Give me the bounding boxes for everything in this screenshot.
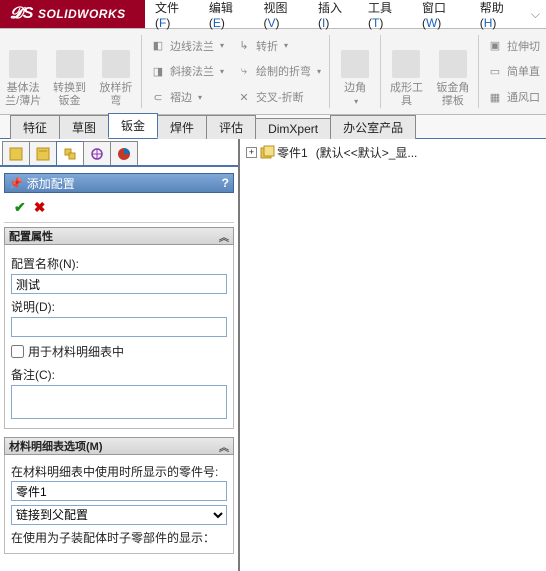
property-icon	[35, 146, 51, 162]
edge-flange-icon: ◧	[150, 38, 166, 54]
ribbon-vent[interactable]: ▦通风口	[485, 87, 542, 107]
pushpin-icon[interactable]: 📌	[9, 177, 23, 190]
menu-bar: 文件(F) 编辑(E) 视图(V) 插入(I) 工具(T) 窗口(W) 帮助(H…	[145, 0, 546, 28]
tab-evaluate[interactable]: 评估	[206, 115, 256, 139]
menu-chevron-icon[interactable]: ⌵	[531, 7, 540, 22]
menu-file[interactable]: 文件(F)	[151, 0, 197, 33]
tree-node-name: 零件1	[277, 144, 308, 161]
menu-view[interactable]: 视图(V)	[259, 0, 306, 33]
cancel-button[interactable]: ✖	[34, 199, 46, 216]
feature-tree-icon	[8, 146, 24, 162]
menu-window[interactable]: 窗口(W)	[418, 0, 468, 33]
convert-sheetmetal-icon	[56, 50, 84, 78]
corner-icon	[341, 50, 369, 78]
ribbon-forming-tool[interactable]: 成形工具	[383, 29, 429, 114]
ribbon-loft-bend[interactable]: 放样折弯	[93, 29, 139, 114]
mgr-tab-feature[interactable]	[2, 141, 30, 165]
collapse-icon: ︽	[219, 439, 229, 454]
loft-bend-icon	[102, 50, 130, 78]
command-tabs: 特征 草图 钣金 焊件 评估 DimXpert 办公室产品	[0, 115, 546, 139]
simple-straight-icon: ▭	[487, 63, 503, 79]
help-icon[interactable]: ?	[222, 176, 229, 190]
description-label: 说明(D):	[11, 298, 227, 315]
ds-mark: 𝓓S	[10, 5, 34, 23]
ribbon-edge-flange[interactable]: ◧边线法兰	[148, 36, 226, 56]
ribbon-hem[interactable]: ⊂褶边	[148, 87, 226, 107]
ribbon-extruded-cut[interactable]: ▣拉伸切	[485, 36, 542, 56]
mgr-tab-property[interactable]	[29, 141, 57, 165]
mgr-tab-display[interactable]	[110, 141, 138, 165]
tab-dimxpert[interactable]: DimXpert	[255, 118, 331, 139]
gusset-icon	[439, 50, 467, 78]
collapse-icon: ︽	[219, 229, 229, 244]
property-manager-pane: 📌 添加配置 ? ✔ ✖ 配置属性 ︽ 配置名称(N): 说明(D):	[0, 139, 240, 571]
display-icon	[116, 146, 132, 162]
graphics-area[interactable]: + 零件1 (默认<<默认>_显...	[240, 139, 546, 571]
tab-office-products[interactable]: 办公室产品	[330, 115, 416, 139]
miter-flange-icon: ◨	[150, 63, 166, 79]
group-header-config[interactable]: 配置属性 ︽	[4, 227, 234, 245]
ribbon-convert-sheetmetal[interactable]: 转换到钣金	[46, 29, 92, 114]
tree-node-suffix: (默认<<默认>_显...	[316, 144, 418, 161]
part-number-label: 在材料明细表中使用时所显示的零件号:	[11, 465, 227, 479]
ok-button[interactable]: ✔	[14, 199, 26, 216]
ribbon-corner[interactable]: 边角	[332, 29, 378, 114]
property-title-bar: 📌 添加配置 ?	[4, 173, 234, 193]
ribbon-simple-straight[interactable]: ▭简单直	[485, 61, 542, 81]
sub-display-label: 在使用为子装配体时子零部件的显示：	[11, 531, 227, 545]
group-header-bom[interactable]: 材料明细表选项(M) ︽	[4, 437, 234, 455]
ribbon-gusset[interactable]: 钣金角撑板	[430, 29, 476, 114]
menu-tools[interactable]: 工具(T)	[364, 0, 410, 33]
menu-edit[interactable]: 编辑(E)	[205, 0, 252, 33]
group-config-properties: 配置属性 ︽ 配置名称(N): 说明(D): 用于材料明细表中 备注(C):	[4, 227, 234, 429]
tab-sketch[interactable]: 草图	[59, 115, 109, 139]
jog-icon: ↳	[236, 38, 252, 54]
extruded-cut-icon: ▣	[487, 38, 503, 54]
dimxpert-icon	[89, 146, 105, 162]
menu-help[interactable]: 帮助(H)	[476, 0, 523, 33]
ribbon-jog[interactable]: ↳转折	[234, 36, 323, 56]
tab-sheet-metal[interactable]: 钣金	[108, 113, 158, 138]
description-input[interactable]	[11, 317, 227, 337]
sketched-bend-icon: ⤷	[236, 63, 252, 79]
comment-label: 备注(C):	[11, 366, 227, 383]
app-name: SOLIDWORKS	[38, 7, 126, 21]
config-name-input[interactable]	[11, 274, 227, 294]
expand-icon[interactable]: +	[246, 147, 257, 158]
hem-icon: ⊂	[150, 89, 166, 105]
tab-features[interactable]: 特征	[10, 115, 60, 139]
base-flange-icon	[9, 50, 37, 78]
ribbon-base-flange[interactable]: 基体法兰/薄片	[0, 29, 46, 114]
ribbon-miter-flange[interactable]: ◨斜接法兰	[148, 61, 226, 81]
comment-input[interactable]	[11, 385, 227, 419]
mgr-tab-dimxpert[interactable]	[83, 141, 111, 165]
app-logo: 𝓓S SOLIDWORKS	[0, 0, 145, 28]
property-title: 添加配置	[27, 175, 75, 192]
cross-break-icon: ✕	[236, 89, 252, 105]
group-bom-options: 材料明细表选项(M) ︽ 在材料明细表中使用时所显示的零件号: 链接到父配置 在…	[4, 437, 234, 554]
configuration-icon	[62, 146, 78, 162]
use-in-bom-checkbox[interactable]	[11, 345, 24, 358]
ribbon: 基体法兰/薄片 转换到钣金 放样折弯 ◧边线法兰 ◨斜接法兰 ⊂褶边 ↳转折 ⤷…	[0, 28, 546, 115]
part-number-input[interactable]	[11, 481, 227, 501]
config-name-label: 配置名称(N):	[11, 255, 227, 272]
use-in-bom-check[interactable]: 用于材料明细表中	[11, 343, 227, 360]
ribbon-cross-break[interactable]: ✕交叉-折断	[234, 87, 323, 107]
flyout-tree-root[interactable]: + 零件1 (默认<<默认>_显...	[246, 142, 540, 163]
ribbon-sketched-bend[interactable]: ⤷绘制的折弯	[234, 61, 323, 81]
mgr-tab-configuration[interactable]	[56, 141, 84, 165]
part-icon	[259, 145, 275, 161]
tab-weldments[interactable]: 焊件	[157, 115, 207, 139]
link-config-select[interactable]: 链接到父配置	[11, 505, 227, 525]
menu-insert[interactable]: 插入(I)	[314, 0, 356, 33]
forming-tool-icon	[392, 50, 420, 78]
vent-icon: ▦	[487, 89, 503, 105]
